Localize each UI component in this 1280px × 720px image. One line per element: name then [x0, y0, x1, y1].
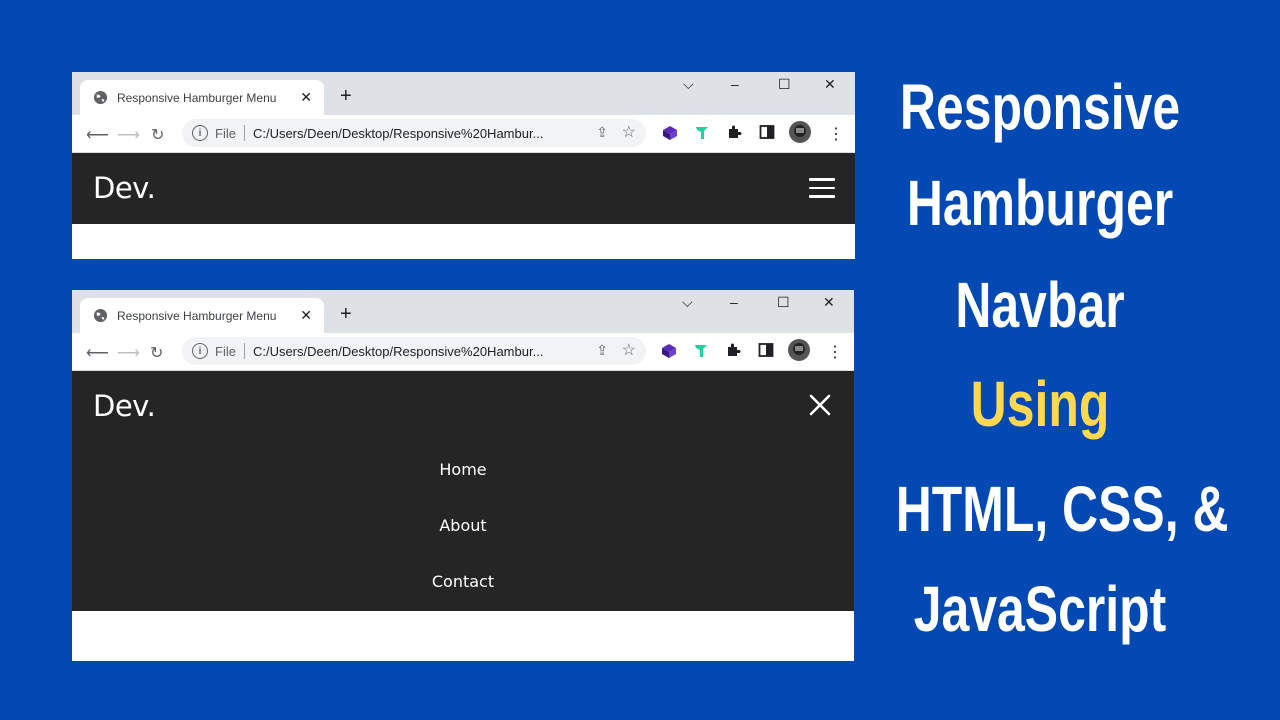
- tab-close-icon[interactable]: ✕: [300, 89, 312, 106]
- star-icon[interactable]: ☆: [622, 122, 636, 142]
- share-icon[interactable]: ⇪: [596, 342, 608, 359]
- tab-close-icon[interactable]: ✕: [300, 307, 312, 324]
- headline-line-5: HTML, CSS, &: [895, 473, 1229, 545]
- sidebar-icon[interactable]: [759, 124, 775, 145]
- close-menu-icon[interactable]: [808, 393, 832, 417]
- close-window-button[interactable]: ✕: [823, 294, 835, 311]
- browser-window-expanded: Responsive Hamburger Menu ✕ + ⌵ – ☐ ✕ ⟵ …: [72, 290, 854, 661]
- globe-icon: [92, 90, 108, 106]
- extension-cube-icon[interactable]: [661, 124, 679, 147]
- divider: [243, 125, 245, 141]
- tab-search-icon[interactable]: ⌵: [682, 294, 693, 311]
- site-logo[interactable]: Dev.: [93, 389, 156, 423]
- back-icon[interactable]: ⟵: [86, 343, 109, 363]
- info-icon[interactable]: i: [192, 125, 208, 141]
- address-bar[interactable]: i File C:/Users/Deen/Desktop/Responsive%…: [182, 119, 646, 147]
- scheme-label: File: [215, 125, 236, 141]
- new-tab-button[interactable]: +: [340, 303, 352, 326]
- maximize-button[interactable]: ☐: [778, 76, 791, 93]
- avatar[interactable]: [787, 338, 811, 367]
- minimize-button[interactable]: –: [730, 294, 738, 310]
- avatar[interactable]: [788, 120, 812, 149]
- extension-bird-icon[interactable]: [693, 342, 709, 365]
- more-icon[interactable]: ⋮: [827, 342, 843, 362]
- menu-item-home[interactable]: Home: [72, 460, 854, 479]
- headline-line-3: Navbar: [955, 269, 1125, 341]
- menu-item-about[interactable]: About: [72, 516, 854, 535]
- tab-title: Responsive Hamburger Menu: [117, 90, 277, 105]
- address-bar[interactable]: i File C:/Users/Deen/Desktop/Responsive%…: [182, 337, 646, 365]
- star-icon[interactable]: ☆: [622, 340, 636, 360]
- menu-item-contact[interactable]: Contact: [72, 572, 854, 591]
- site-navbar: Dev.: [72, 153, 855, 224]
- url-text[interactable]: C:/Users/Deen/Desktop/Responsive%20Hambu…: [253, 126, 543, 141]
- browser-tab[interactable]: Responsive Hamburger Menu ✕: [80, 298, 324, 333]
- tab-strip: Responsive Hamburger Menu ✕ + ⌵ – ☐ ✕: [72, 290, 854, 333]
- headline-line-1: Responsive: [899, 71, 1181, 143]
- minimize-button[interactable]: –: [731, 76, 739, 92]
- headline-line-6: JavaScript: [913, 573, 1167, 645]
- new-tab-button[interactable]: +: [340, 85, 352, 108]
- close-window-button[interactable]: ✕: [824, 76, 836, 93]
- browser-toolbar: ⟵ ⟶ ↻ i File C:/Users/Deen/Desktop/Respo…: [72, 115, 855, 153]
- headline-line-4: Using: [970, 368, 1110, 440]
- maximize-button[interactable]: ☐: [777, 294, 790, 311]
- site-navbar-expanded: Dev. Home About Contact: [72, 371, 854, 611]
- hamburger-icon[interactable]: [809, 178, 835, 198]
- url-text[interactable]: C:/Users/Deen/Desktop/Responsive%20Hambu…: [253, 344, 543, 359]
- forward-icon[interactable]: ⟶: [117, 343, 140, 363]
- back-icon[interactable]: ⟵: [86, 125, 109, 145]
- tab-search-icon[interactable]: ⌵: [683, 76, 694, 93]
- reload-icon[interactable]: ↻: [151, 125, 164, 145]
- headline-line-2: Hamburger: [906, 167, 1174, 239]
- extension-icon[interactable]: [725, 342, 741, 363]
- globe-icon: [92, 308, 108, 324]
- forward-icon[interactable]: ⟶: [117, 125, 140, 145]
- extension-icon[interactable]: [726, 124, 742, 145]
- info-icon[interactable]: i: [192, 343, 208, 359]
- browser-tab[interactable]: Responsive Hamburger Menu ✕: [80, 80, 324, 115]
- reload-icon[interactable]: ↻: [150, 343, 163, 363]
- share-icon[interactable]: ⇪: [596, 124, 608, 141]
- divider: [243, 343, 245, 359]
- scheme-label: File: [215, 343, 236, 359]
- tab-title: Responsive Hamburger Menu: [117, 308, 277, 323]
- browser-window-collapsed: Responsive Hamburger Menu ✕ + ⌵ – ☐ ✕ ⟵ …: [72, 72, 855, 259]
- tab-strip: Responsive Hamburger Menu ✕ + ⌵ – ☐ ✕: [72, 72, 855, 115]
- more-icon[interactable]: ⋮: [828, 124, 844, 144]
- extension-bird-icon[interactable]: [694, 124, 710, 147]
- browser-toolbar: ⟵ ⟶ ↻ i File C:/Users/Deen/Desktop/Respo…: [72, 333, 854, 371]
- extension-cube-icon[interactable]: [660, 342, 678, 365]
- site-logo[interactable]: Dev.: [93, 171, 156, 205]
- sidebar-icon[interactable]: [758, 342, 774, 363]
